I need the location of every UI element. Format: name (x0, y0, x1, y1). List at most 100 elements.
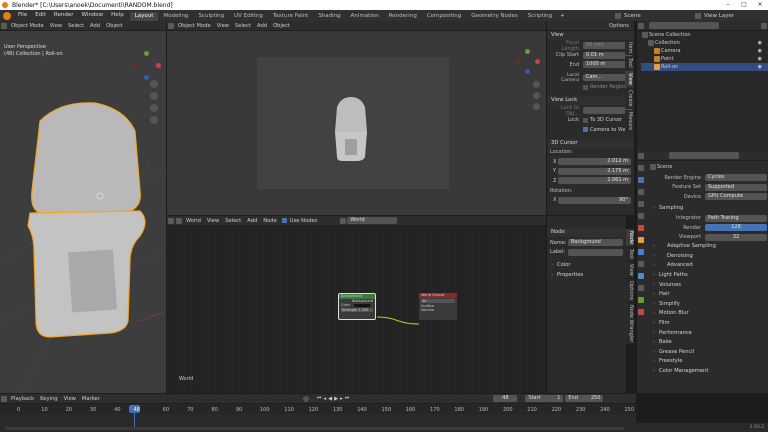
shader-type-icon[interactable] (176, 217, 182, 224)
shader-type-dropdown[interactable]: World (183, 216, 204, 226)
viewport-right[interactable]: Object Mode View Select Add Object (167, 21, 546, 215)
prev-keyframe-icon[interactable]: ◂ (324, 396, 327, 402)
tab-options[interactable]: Options (626, 278, 634, 302)
grease-pencil-section[interactable]: Grease Pencil (649, 348, 767, 358)
outliner-item-point[interactable]: Point ◉ (641, 55, 768, 63)
editor-type-icon[interactable] (638, 22, 644, 29)
editor-type-icon[interactable] (168, 22, 174, 29)
record-button[interactable] (302, 395, 309, 402)
maximize-button[interactable]: □ (736, 0, 752, 10)
add-workspace-button[interactable]: + (560, 13, 565, 19)
render-samples-field[interactable]: 128 (705, 224, 767, 232)
current-frame-field[interactable]: 48 (493, 395, 518, 402)
tab-create[interactable]: Create (625, 87, 633, 109)
menu-marker[interactable]: Marker (79, 394, 103, 404)
menu-view[interactable]: View (214, 21, 232, 31)
menu-select[interactable]: Select (222, 216, 244, 226)
hair-section[interactable]: Hair (649, 290, 767, 300)
camera-view-icon[interactable] (533, 103, 540, 110)
visibility-eye-icon[interactable]: ◉ (758, 55, 762, 63)
bake-section[interactable]: Bake (649, 338, 767, 348)
end-frame-field[interactable]: End 250 (565, 395, 604, 402)
properties-section[interactable]: Properties (547, 271, 626, 281)
tab-shading[interactable]: Shading (313, 12, 345, 21)
tab-compositing[interactable]: Compositing (422, 12, 466, 21)
node-editor[interactable]: World View Select Add Node Use Nodes Wor… (167, 216, 546, 393)
color-section[interactable]: Color (547, 261, 626, 271)
close-button[interactable]: ✕ (752, 0, 768, 10)
timeline-scrollbar[interactable] (5, 427, 625, 430)
world-output-node[interactable]: World Output All Surface Volume (419, 293, 457, 320)
menu-view[interactable]: View (61, 394, 79, 404)
world-tab-icon[interactable] (638, 225, 644, 231)
tab-geometry-nodes[interactable]: Geometry Nodes (466, 12, 522, 21)
color-swatch[interactable] (354, 303, 371, 307)
blender-menu-icon[interactable] (3, 11, 11, 20)
feature-set-dropdown[interactable]: Supported (705, 183, 767, 191)
world-name-field[interactable]: World (347, 217, 398, 224)
scene-tab-icon[interactable] (638, 213, 644, 219)
menu-add[interactable]: Add (254, 21, 270, 31)
menu-view[interactable]: View (204, 216, 222, 226)
next-keyframe-icon[interactable]: ▸ (340, 396, 343, 402)
performance-section[interactable]: Performance (649, 329, 767, 339)
tab-sculpting[interactable]: Sculpting (193, 12, 229, 21)
filter-icon[interactable] (761, 22, 767, 29)
object-tab-icon[interactable] (638, 237, 644, 243)
tab-rendering[interactable]: Rendering (384, 12, 422, 21)
menu-render[interactable]: Render (50, 10, 78, 21)
view-lock-header[interactable]: View Lock (547, 95, 634, 105)
editor-type-icon[interactable] (168, 217, 174, 224)
strength-field[interactable]: Strength 1.000 (341, 308, 373, 312)
cursor-z-field[interactable]: 2.061 m (558, 177, 631, 185)
to-3d-cursor-checkbox[interactable] (583, 117, 588, 123)
viewport-left[interactable]: Object Mode View Select Add Object User … (0, 21, 166, 393)
menu-file[interactable]: File (14, 10, 31, 21)
output-target-dropdown[interactable]: All (421, 299, 455, 303)
properties-search-input[interactable] (669, 152, 739, 159)
physics-tab-icon[interactable] (638, 273, 644, 279)
play-reverse-icon[interactable]: ◀ (328, 396, 332, 402)
node-name-field[interactable]: Background (568, 239, 623, 247)
play-icon[interactable]: ▶ (334, 396, 338, 402)
tab-tool[interactable]: Tool (626, 247, 634, 261)
device-dropdown[interactable]: GPU Compute (705, 193, 767, 201)
roll-on-bottle-model[interactable] (0, 21, 166, 393)
menu-object[interactable]: Object (270, 21, 293, 31)
camera-to-view-checkbox[interactable] (583, 127, 588, 133)
particles-tab-icon[interactable] (638, 261, 644, 267)
film-section[interactable]: Film (649, 319, 767, 329)
freestyle-section[interactable]: Freestyle (649, 357, 767, 367)
tab-item[interactable]: Item (625, 40, 633, 56)
tab-node[interactable]: Node (626, 229, 634, 247)
minimize-button[interactable]: – (720, 0, 736, 10)
cursor-rotation-x-field[interactable]: 90° (558, 196, 631, 204)
menu-playback[interactable]: Playback (8, 394, 37, 404)
menu-add[interactable]: Add (244, 216, 260, 226)
outliner-scene-collection[interactable]: Scene Collection (641, 31, 768, 39)
output-tab-icon[interactable] (638, 189, 644, 195)
tab-animation[interactable]: Animation (346, 12, 384, 21)
constraints-tab-icon[interactable] (638, 285, 644, 291)
outliner-item-camera[interactable]: Camera ◉ (641, 47, 768, 55)
cursor-x-field[interactable]: 2.012 m (558, 158, 631, 166)
view-panel-header[interactable]: View (547, 31, 634, 40)
editor-type-icon[interactable] (638, 152, 644, 159)
viewport-samples-field[interactable]: 32 (705, 233, 767, 241)
tab-layout[interactable]: Layout (129, 11, 159, 21)
material-tab-icon[interactable] (638, 309, 644, 315)
pan-icon[interactable] (533, 92, 540, 99)
options-dropdown[interactable]: Options (606, 21, 632, 31)
view-layer-selector[interactable]: View Layer (694, 12, 734, 19)
menu-select[interactable]: Select (232, 21, 254, 31)
tab-view[interactable]: View (626, 261, 634, 278)
jump-start-icon[interactable]: ⏮ (317, 395, 322, 402)
menu-help[interactable]: Help (107, 10, 128, 21)
mode-dropdown[interactable]: Object Mode (175, 21, 214, 31)
menu-edit[interactable]: Edit (31, 10, 50, 21)
outliner-item-collection[interactable]: Collection ◉ (641, 39, 768, 47)
node-panel-header[interactable]: Node (547, 228, 626, 237)
tab-mesure[interactable]: Mesure (625, 109, 633, 132)
denoising-section[interactable]: Denoising (649, 252, 767, 262)
menu-node[interactable]: Node (260, 216, 280, 226)
